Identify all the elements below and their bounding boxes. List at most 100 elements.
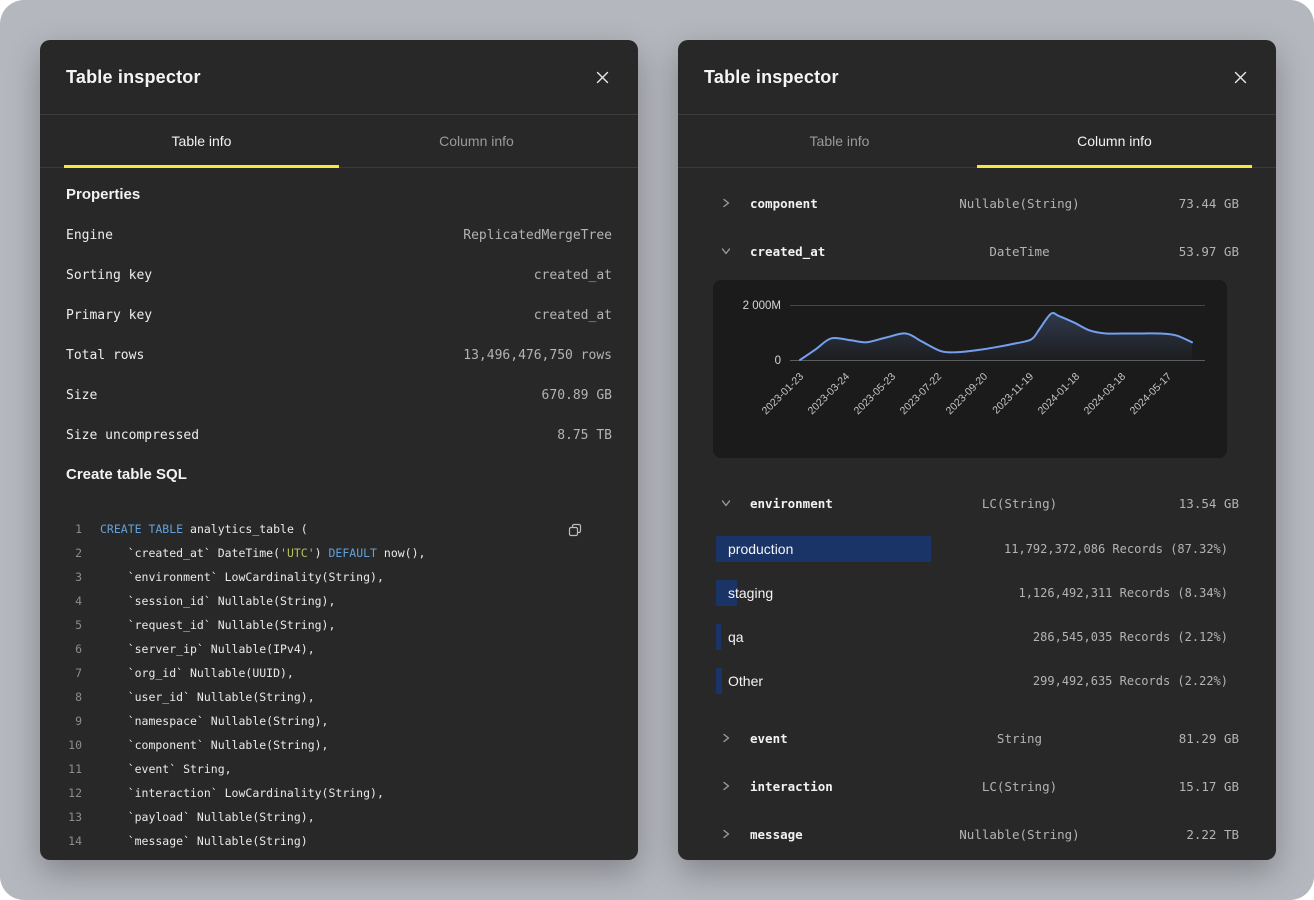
properties-list: Engine ReplicatedMergeTree Sorting key c… [66, 215, 612, 455]
sql-code-line: 10 `component` Nullable(String), [66, 733, 612, 757]
x-axis-tick-label: 2023-11-19 [990, 371, 1036, 417]
dialog-header: Table inspector [678, 40, 1276, 115]
breakdown-bar [716, 624, 721, 650]
column-row[interactable]: interaction LC(String) 15.17 GB [704, 762, 1239, 810]
property-value: created_at [534, 268, 612, 283]
x-axis-tick-label: 2023-05-23 [852, 371, 899, 418]
property-label: Total rows [66, 348, 144, 363]
table-inspector-dialog-table-info: Table inspector Table info Column info P… [40, 40, 638, 860]
column-row[interactable]: component Nullable(String) 73.44 GB [704, 179, 1239, 227]
sql-code-line: 6 `server_ip` Nullable(IPv4), [66, 637, 612, 661]
breakdown-value-label: staging [728, 585, 773, 601]
close-icon[interactable] [1228, 65, 1252, 89]
column-type: String [910, 731, 1129, 746]
line-number: 15 [66, 858, 100, 860]
breakdown-record-count: 286,545,035 Records (2.12%) [1033, 630, 1239, 644]
tab-column-info[interactable]: Column info [977, 115, 1252, 167]
line-number: 1 [66, 522, 100, 536]
breakdown-bar [716, 668, 722, 694]
environment-value-breakdown: production 11,792,372,086 Records (87.32… [704, 527, 1239, 703]
line-number: 6 [66, 642, 100, 656]
y-axis-tick-zero: 0 [775, 355, 781, 367]
code-text: `user_id` Nullable(String), [100, 690, 315, 704]
line-number: 11 [66, 762, 100, 776]
column-name: component [750, 196, 910, 211]
column-size: 81.29 GB [1129, 731, 1239, 746]
code-text: `created_at` DateTime('UTC') DEFAULT now… [100, 546, 425, 560]
sql-code-line: 4 `session_id` Nullable(String), [66, 589, 612, 613]
tab-bar: Table info Column info [40, 115, 638, 168]
code-text: `request_id` Nullable(String), [100, 618, 335, 632]
column-size: 15.17 GB [1129, 779, 1239, 794]
column-type: DateTime [910, 244, 1129, 259]
column-type: Nullable(String) [910, 827, 1129, 842]
column-size: 2.22 TB [1129, 827, 1239, 842]
dialog-header: Table inspector [40, 40, 638, 115]
column-row[interactable]: event String 81.29 GB [704, 714, 1239, 762]
line-number: 7 [66, 666, 100, 680]
line-number: 5 [66, 618, 100, 632]
code-text: `component` Nullable(String), [100, 738, 328, 752]
breakdown-value-label: qa [728, 629, 744, 645]
close-icon[interactable] [590, 65, 614, 89]
dialog-title: Table inspector [704, 67, 839, 88]
column-row[interactable]: created_at DateTime 53.97 GB [704, 227, 1239, 275]
sql-code-block: 1 CREATE TABLE analytics_table ( 2 `crea… [66, 517, 612, 860]
x-axis-tick-label: 2024-03-18 [1082, 371, 1129, 418]
column-size: 53.97 GB [1129, 244, 1239, 259]
column-row[interactable]: message Nullable(String) 2.22 TB [704, 810, 1239, 858]
code-text: ) ENGINE = ReplicatedMergeTree('/clickho… [100, 858, 564, 860]
chevron-right-icon [716, 781, 736, 791]
copy-icon[interactable] [564, 519, 586, 541]
line-number: 12 [66, 786, 100, 800]
dialog-title: Table inspector [66, 67, 201, 88]
chevron-down-icon [716, 246, 736, 256]
tab-table-info[interactable]: Table info [702, 115, 977, 167]
column-name: interaction [750, 779, 910, 794]
code-text: `event` String, [100, 762, 232, 776]
y-axis-tick-max: 2 000M [743, 300, 781, 312]
column-size: 73.44 GB [1129, 196, 1239, 211]
value-breakdown-row: production 11,792,372,086 Records (87.32… [704, 527, 1239, 571]
code-text: `session_id` Nullable(String), [100, 594, 335, 608]
line-number: 3 [66, 570, 100, 584]
x-axis-tick-label: 2023-09-20 [944, 371, 991, 418]
column-row[interactable]: environment LC(String) 13.54 GB [704, 479, 1239, 527]
chevron-right-icon [716, 829, 736, 839]
code-text: `message` Nullable(String) [100, 834, 308, 848]
sql-code-line: 5 `request_id` Nullable(String), [66, 613, 612, 637]
line-number: 14 [66, 834, 100, 848]
property-value: 8.75 TB [557, 428, 612, 443]
property-value: 670.89 GB [542, 388, 612, 403]
breakdown-value-label: Other [728, 673, 763, 689]
column-type: LC(String) [910, 496, 1129, 511]
properties-heading: Properties [66, 175, 612, 215]
chevron-right-icon [716, 733, 736, 743]
line-number: 2 [66, 546, 100, 560]
code-text: `namespace` Nullable(String), [100, 714, 328, 728]
value-breakdown-row: staging 1,126,492,311 Records (8.34%) [704, 571, 1239, 615]
column-name: environment [750, 496, 910, 511]
chevron-right-icon [716, 198, 736, 208]
sql-code-lines: 1 CREATE TABLE analytics_table ( 2 `crea… [66, 517, 612, 860]
column-type: Nullable(String) [910, 196, 1129, 211]
x-axis-tick-label: 2024-05-17 [1128, 371, 1175, 418]
x-axis-tick-label: 2023-03-24 [806, 371, 853, 418]
property-row: Total rows 13,496,476,750 rows [66, 335, 612, 375]
code-text: `interaction` LowCardinality(String), [100, 786, 384, 800]
create-table-sql-heading: Create table SQL [66, 455, 612, 495]
property-label: Engine [66, 228, 113, 243]
line-number: 4 [66, 594, 100, 608]
sql-code-line: 3 `environment` LowCardinality(String), [66, 565, 612, 589]
tab-column-info[interactable]: Column info [339, 115, 614, 167]
tab-bar: Table info Column info [678, 115, 1276, 168]
code-text: `environment` LowCardinality(String), [100, 570, 384, 584]
tab-table-info[interactable]: Table info [64, 115, 339, 167]
code-text: `payload` Nullable(String), [100, 810, 315, 824]
line-number: 8 [66, 690, 100, 704]
sql-code-line: 11 `event` String, [66, 757, 612, 781]
line-number: 9 [66, 714, 100, 728]
column-name: created_at [750, 244, 910, 259]
sql-code-line: 2 `created_at` DateTime('UTC') DEFAULT n… [66, 541, 612, 565]
sql-code-line: 7 `org_id` Nullable(UUID), [66, 661, 612, 685]
